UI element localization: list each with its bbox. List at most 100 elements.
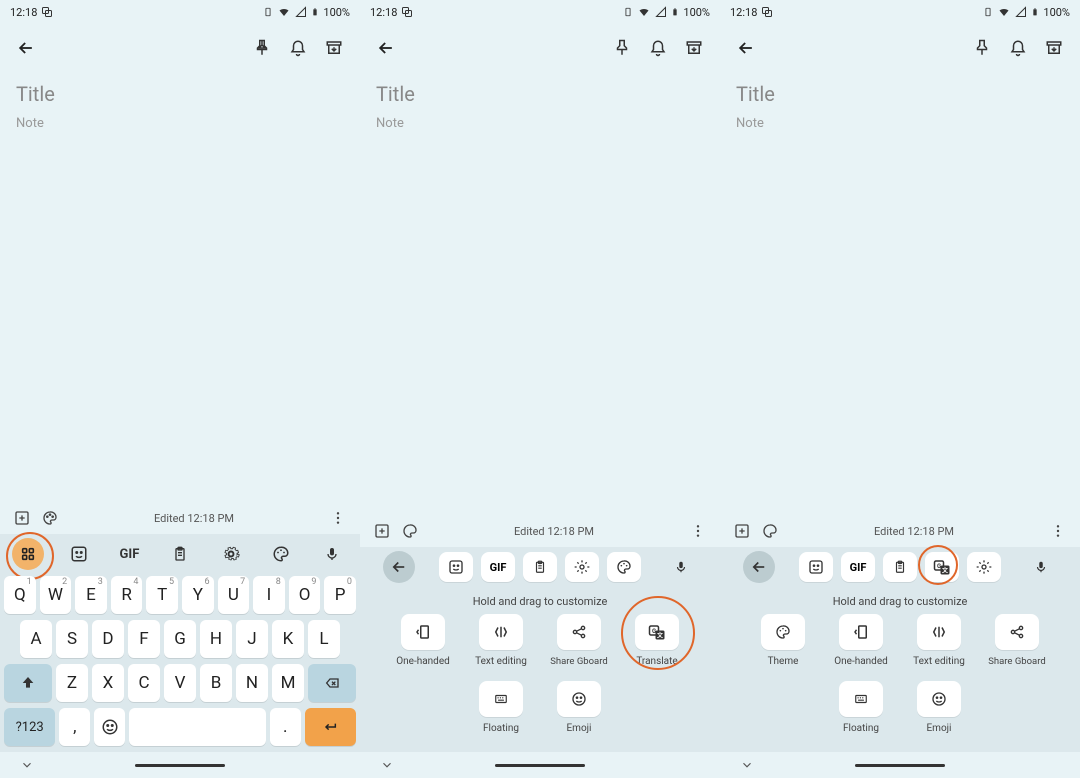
key-Q[interactable]: Q1 xyxy=(4,576,36,614)
note-editor[interactable]: Title Note xyxy=(720,72,1080,515)
palette-button[interactable] xyxy=(396,517,424,545)
key-N[interactable]: N xyxy=(236,664,268,702)
settings-icon[interactable] xyxy=(206,538,255,570)
keyboard-dismiss-icon[interactable] xyxy=(380,758,394,772)
key-Z[interactable]: Z xyxy=(56,664,88,702)
clipboard-icon[interactable] xyxy=(883,552,917,582)
note-field[interactable]: Note xyxy=(16,116,344,131)
mic-icon[interactable] xyxy=(307,538,356,570)
backspace-key[interactable] xyxy=(308,664,356,702)
keyboard-dismiss-icon[interactable] xyxy=(740,758,754,772)
gif-icon[interactable]: GIF xyxy=(841,552,875,582)
tool-share-gboard[interactable]: Share Gboard xyxy=(985,614,1049,667)
overflow-button[interactable] xyxy=(324,504,352,532)
add-button[interactable] xyxy=(8,504,36,532)
keyboard-dismiss-icon[interactable] xyxy=(20,758,34,772)
pin-button[interactable] xyxy=(244,30,280,66)
title-field[interactable]: Title xyxy=(376,82,704,106)
back-button[interactable] xyxy=(368,30,404,66)
symbols-key[interactable]: ?123 xyxy=(4,708,55,746)
note-editor[interactable]: Title Note xyxy=(360,72,720,515)
nav-pill[interactable] xyxy=(855,764,945,767)
tool-one-handed[interactable]: One-handed xyxy=(391,614,455,667)
nav-pill[interactable] xyxy=(135,764,225,767)
key-X[interactable]: X xyxy=(92,664,124,702)
tool-share-gboard[interactable]: Share Gboard xyxy=(547,614,611,667)
key-C[interactable]: C xyxy=(128,664,160,702)
title-field[interactable]: Title xyxy=(736,82,1064,106)
tool-emoji[interactable]: Emoji xyxy=(907,681,971,734)
tool-one-handed[interactable]: One-handed xyxy=(829,614,893,667)
pin-button[interactable] xyxy=(604,30,640,66)
sticker-icon[interactable] xyxy=(799,552,833,582)
emoji-key[interactable] xyxy=(94,708,125,746)
mic-icon[interactable] xyxy=(1006,551,1076,583)
key-P[interactable]: P0 xyxy=(324,576,356,614)
key-I[interactable]: I8 xyxy=(253,576,285,614)
tool-translate[interactable]: G文 Translate xyxy=(625,614,689,667)
key-D[interactable]: D xyxy=(92,620,124,658)
tools-back-icon[interactable] xyxy=(383,551,415,583)
key-S[interactable]: S xyxy=(56,620,88,658)
enter-key[interactable] xyxy=(305,708,356,746)
key-E[interactable]: E3 xyxy=(75,576,107,614)
back-button[interactable] xyxy=(728,30,764,66)
translate-icon[interactable]: G文 xyxy=(925,552,959,582)
tool-emoji[interactable]: Emoji xyxy=(547,681,611,734)
theme-palette-icon[interactable] xyxy=(257,538,306,570)
mic-icon[interactable] xyxy=(646,551,716,583)
clipboard-icon[interactable] xyxy=(156,538,205,570)
key-G[interactable]: G xyxy=(164,620,196,658)
key-A[interactable]: A xyxy=(20,620,52,658)
settings-icon[interactable] xyxy=(967,552,1001,582)
reminder-button[interactable] xyxy=(280,30,316,66)
tool-text-editing[interactable]: Text editing xyxy=(469,614,533,667)
back-button[interactable] xyxy=(8,30,44,66)
sticker-icon[interactable] xyxy=(439,552,473,582)
reminder-button[interactable] xyxy=(640,30,676,66)
palette-button[interactable] xyxy=(756,517,784,545)
nav-pill[interactable] xyxy=(495,764,585,767)
archive-button[interactable] xyxy=(316,30,352,66)
palette-button[interactable] xyxy=(36,504,64,532)
note-editor[interactable]: Title Note xyxy=(0,72,360,502)
key-W[interactable]: W2 xyxy=(40,576,72,614)
note-field[interactable]: Note xyxy=(736,116,1064,131)
pin-button[interactable] xyxy=(964,30,1000,66)
settings-icon[interactable] xyxy=(565,552,599,582)
archive-button[interactable] xyxy=(676,30,712,66)
key-T[interactable]: T5 xyxy=(146,576,178,614)
shift-key[interactable] xyxy=(4,664,52,702)
title-field[interactable]: Title xyxy=(16,82,344,106)
key-L[interactable]: L xyxy=(308,620,340,658)
clipboard-icon[interactable] xyxy=(523,552,557,582)
add-button[interactable] xyxy=(368,517,396,545)
gif-icon[interactable]: GIF xyxy=(481,552,515,582)
tools-back-icon[interactable] xyxy=(743,551,775,583)
key-H[interactable]: H xyxy=(200,620,232,658)
add-button[interactable] xyxy=(728,517,756,545)
sticker-icon[interactable] xyxy=(55,538,104,570)
key-O[interactable]: O9 xyxy=(289,576,321,614)
key-Y[interactable]: Y6 xyxy=(182,576,214,614)
comma-key[interactable]: , xyxy=(59,708,90,746)
key-B[interactable]: B xyxy=(200,664,232,702)
archive-button[interactable] xyxy=(1036,30,1072,66)
space-key[interactable] xyxy=(129,708,266,746)
tool-theme[interactable]: Theme xyxy=(751,614,815,667)
overflow-button[interactable] xyxy=(684,517,712,545)
tool-floating[interactable]: Floating xyxy=(469,681,533,734)
note-field[interactable]: Note xyxy=(376,116,704,131)
apps-grid-icon[interactable] xyxy=(12,538,44,570)
period-key[interactable]: . xyxy=(270,708,301,746)
key-M[interactable]: M xyxy=(272,664,304,702)
key-U[interactable]: U7 xyxy=(218,576,250,614)
key-R[interactable]: R4 xyxy=(111,576,143,614)
gif-icon[interactable]: GIF xyxy=(105,538,154,570)
theme-palette-icon[interactable] xyxy=(607,552,641,582)
key-V[interactable]: V xyxy=(164,664,196,702)
tool-floating[interactable]: Floating xyxy=(829,681,893,734)
reminder-button[interactable] xyxy=(1000,30,1036,66)
key-F[interactable]: F xyxy=(128,620,160,658)
overflow-button[interactable] xyxy=(1044,517,1072,545)
